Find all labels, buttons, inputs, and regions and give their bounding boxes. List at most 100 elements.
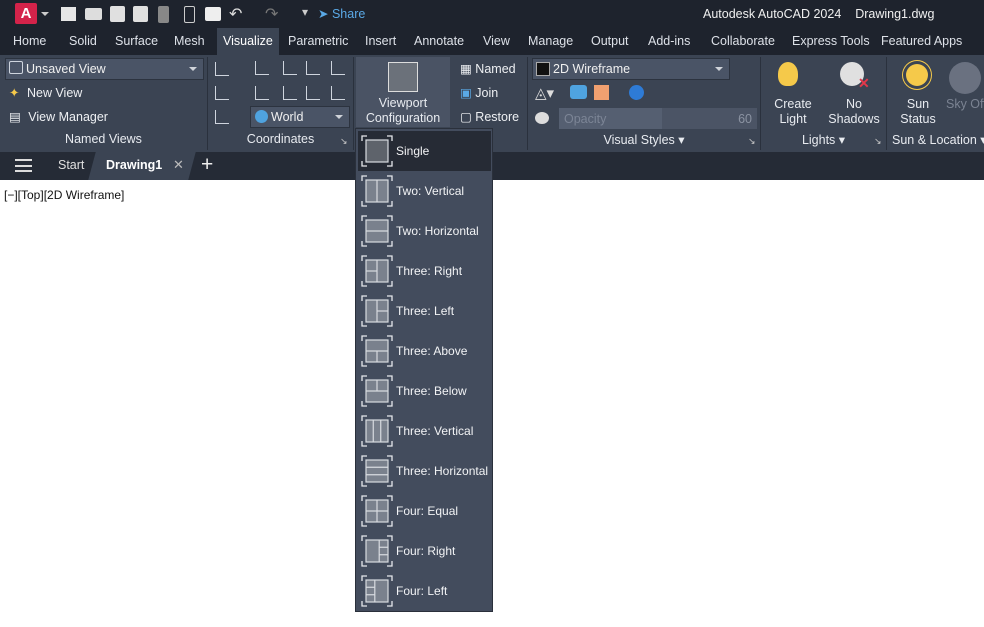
viewport-option-single[interactable]: Single bbox=[358, 131, 491, 171]
viewport-option-label: Two: Horizontal bbox=[396, 224, 479, 238]
sun-status-button[interactable]: Sun Status bbox=[895, 58, 941, 128]
tab-output[interactable]: Output bbox=[585, 28, 635, 55]
plot-icon[interactable] bbox=[205, 7, 221, 21]
redo-icon[interactable]: ↷ bbox=[265, 4, 278, 24]
ucs-world-icon[interactable] bbox=[331, 61, 345, 75]
join-button[interactable]: ▣ Join bbox=[460, 85, 498, 100]
tab-mesh[interactable]: Mesh bbox=[168, 28, 211, 55]
viewport-option-four-r[interactable]: Four: Right bbox=[358, 531, 491, 571]
ucs-3point-icon[interactable] bbox=[283, 61, 297, 75]
viewport-option-three-b[interactable]: Three: Below bbox=[358, 371, 491, 411]
viewport-option-three-r[interactable]: Three: Right bbox=[358, 251, 491, 291]
app-menu-dropdown-icon[interactable] bbox=[41, 12, 49, 16]
sun-location-title: Sun & Location bbox=[892, 133, 977, 147]
open-from-mobile-icon[interactable] bbox=[158, 6, 169, 23]
ucs-view-icon[interactable] bbox=[283, 86, 297, 100]
viewport-option-four-l[interactable]: Four: Left bbox=[358, 571, 491, 611]
ucs-combo[interactable]: World bbox=[250, 106, 350, 128]
viewport-option-three-h[interactable]: Three: Horizontal bbox=[358, 451, 491, 491]
viewport-configuration-button[interactable]: Viewport Configuration bbox=[356, 57, 450, 127]
ucs-x-icon[interactable] bbox=[215, 86, 229, 100]
restore-button[interactable]: ▢ Restore bbox=[460, 109, 519, 124]
new-icon[interactable] bbox=[61, 7, 76, 21]
viewport-option-three-v[interactable]: Three: Vertical bbox=[358, 411, 491, 451]
tab-solid[interactable]: Solid bbox=[63, 28, 103, 55]
autocad-logo[interactable]: A bbox=[15, 3, 37, 24]
save-icon[interactable] bbox=[110, 6, 125, 22]
join-icon: ▣ bbox=[460, 86, 472, 100]
viewport-four-e-icon bbox=[361, 495, 393, 527]
ucs-3-icon[interactable] bbox=[331, 86, 345, 100]
named-views-panel-title[interactable]: Named Views bbox=[0, 132, 207, 146]
lights-panel-title[interactable]: Lights ▾ bbox=[761, 132, 886, 147]
dialog-launcher-icon[interactable]: ↘ bbox=[874, 136, 882, 147]
viewport-option-four-e[interactable]: Four: Equal bbox=[358, 491, 491, 531]
face-style-icon[interactable] bbox=[570, 85, 587, 99]
close-tab-icon[interactable]: ✕ bbox=[173, 157, 184, 173]
view-manager-button[interactable]: ▤ View Manager bbox=[9, 109, 108, 124]
divider bbox=[886, 57, 887, 150]
viewport-four-r-icon bbox=[361, 535, 393, 567]
material-icon[interactable] bbox=[594, 85, 609, 100]
dialog-launcher-icon[interactable]: ↘ bbox=[748, 136, 756, 147]
tab-featured-apps[interactable]: Featured Apps bbox=[875, 28, 968, 55]
new-tab-icon[interactable]: + bbox=[201, 153, 213, 177]
edge-effects-icon[interactable]: ◬▾ bbox=[535, 84, 554, 102]
textures-off-icon[interactable] bbox=[629, 85, 644, 100]
tab-surface[interactable]: Surface bbox=[109, 28, 164, 55]
viewport-controls-label[interactable]: [−][Top][2D Wireframe] bbox=[4, 188, 124, 202]
xray-toggle-icon[interactable] bbox=[535, 112, 549, 124]
hamburger-menu-icon[interactable] bbox=[15, 159, 32, 172]
save-as-icon[interactable] bbox=[133, 6, 148, 22]
tab-express-tools[interactable]: Express Tools bbox=[786, 28, 876, 55]
shadows-button[interactable]: ✕ No Shadows bbox=[826, 58, 882, 128]
customize-qat-icon[interactable]: ▾ bbox=[302, 5, 308, 19]
viewport-option-three-a[interactable]: Three: Above bbox=[358, 331, 491, 371]
new-view-icon: ✦ bbox=[9, 86, 20, 100]
view-manager-icon: ▤ bbox=[9, 110, 21, 124]
new-view-button[interactable]: ✦ New View bbox=[9, 85, 82, 100]
viewport-option-label: Four: Right bbox=[396, 544, 456, 558]
tab-parametric[interactable]: Parametric bbox=[282, 28, 354, 55]
undo-icon[interactable]: ↶ bbox=[229, 4, 242, 24]
ucs-object-icon[interactable] bbox=[215, 110, 229, 124]
create-light-button[interactable]: Create Light bbox=[768, 58, 818, 128]
viewport-option-label: Three: Vertical bbox=[396, 424, 474, 438]
viewport-option-label: Three: Right bbox=[396, 264, 463, 278]
tab-annotate[interactable]: Annotate bbox=[408, 28, 470, 55]
tab-start[interactable]: Start bbox=[58, 158, 84, 172]
dialog-launcher-icon[interactable]: ↘ bbox=[340, 136, 348, 147]
tab-collaborate[interactable]: Collaborate bbox=[705, 28, 781, 55]
title-bar: A ↶ ↷ ▾ ➤ Share Autodesk AutoCAD 2024 Dr… bbox=[0, 0, 984, 28]
cloud-icon bbox=[949, 62, 981, 94]
new-view-label: New View bbox=[26, 86, 83, 100]
viewport-option-three-l[interactable]: Three: Left bbox=[358, 291, 491, 331]
share-button[interactable]: ➤ Share bbox=[318, 6, 365, 21]
tab-add-ins[interactable]: Add-ins bbox=[642, 28, 696, 55]
named-view-combo[interactable]: Unsaved View bbox=[5, 58, 204, 80]
tab-visualize[interactable]: Visualize bbox=[217, 28, 279, 55]
ucs-face-icon[interactable] bbox=[255, 61, 269, 75]
ucs-previous-icon[interactable] bbox=[255, 86, 269, 100]
lights-title: Lights bbox=[801, 133, 836, 147]
viewport-option-two-h[interactable]: Two: Horizontal bbox=[358, 211, 491, 251]
sun-location-panel-title[interactable]: Sun & Location ▾ bbox=[892, 132, 984, 147]
coordinates-panel-title[interactable]: Coordinates bbox=[208, 132, 353, 146]
open-icon[interactable] bbox=[85, 8, 102, 20]
visual-styles-panel-title[interactable]: Visual Styles ▾ bbox=[528, 132, 760, 147]
ucs-z-icon[interactable] bbox=[306, 86, 320, 100]
tab-view[interactable]: View bbox=[477, 28, 516, 55]
ucs-icon[interactable] bbox=[215, 62, 229, 76]
opacity-slider[interactable]: Opacity 60 bbox=[559, 108, 757, 129]
ucs-named-icon[interactable] bbox=[306, 61, 320, 75]
viewport-option-label: Three: Horizontal bbox=[396, 464, 489, 478]
visual-style-combo[interactable]: 2D Wireframe bbox=[532, 58, 730, 80]
save-to-mobile-icon[interactable] bbox=[184, 6, 195, 23]
sky-off-button[interactable]: Sky Off bbox=[944, 58, 984, 128]
tab-insert[interactable]: Insert bbox=[359, 28, 402, 55]
viewport-option-two-v[interactable]: Two: Vertical bbox=[358, 171, 491, 211]
tab-home[interactable]: Home bbox=[7, 28, 52, 55]
app-name: Autodesk AutoCAD 2024 bbox=[703, 7, 842, 21]
named-viewports-button[interactable]: ▦ Named bbox=[460, 61, 516, 76]
tab-manage[interactable]: Manage bbox=[522, 28, 579, 55]
